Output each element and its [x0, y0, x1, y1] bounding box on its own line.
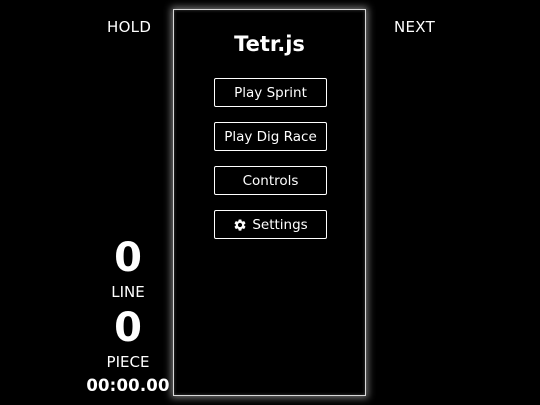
gear-icon — [233, 218, 247, 232]
playfield-board: Tetr.js Play Sprint Play Dig Race Contro… — [173, 9, 366, 396]
lines-counter: 0 — [114, 235, 142, 281]
next-label: NEXT — [394, 18, 436, 36]
lines-label: LINE — [111, 283, 145, 301]
settings-label: Settings — [252, 216, 308, 233]
game-screen: HOLD NEXT Tetr.js Play Sprint Play Dig R… — [0, 0, 540, 405]
settings-button[interactable]: Settings — [214, 210, 327, 239]
play-sprint-label: Play Sprint — [234, 84, 307, 101]
play-dig-race-label: Play Dig Race — [224, 128, 317, 145]
pieces-label: PIECE — [106, 353, 150, 371]
game-title: Tetr.js — [234, 32, 305, 56]
elapsed-timer: 00:00.00 — [86, 376, 170, 395]
play-sprint-button[interactable]: Play Sprint — [214, 78, 327, 107]
controls-label: Controls — [242, 172, 299, 189]
hold-label: HOLD — [107, 18, 152, 36]
pieces-counter: 0 — [114, 305, 142, 351]
controls-button[interactable]: Controls — [214, 166, 327, 195]
play-dig-race-button[interactable]: Play Dig Race — [214, 122, 327, 151]
